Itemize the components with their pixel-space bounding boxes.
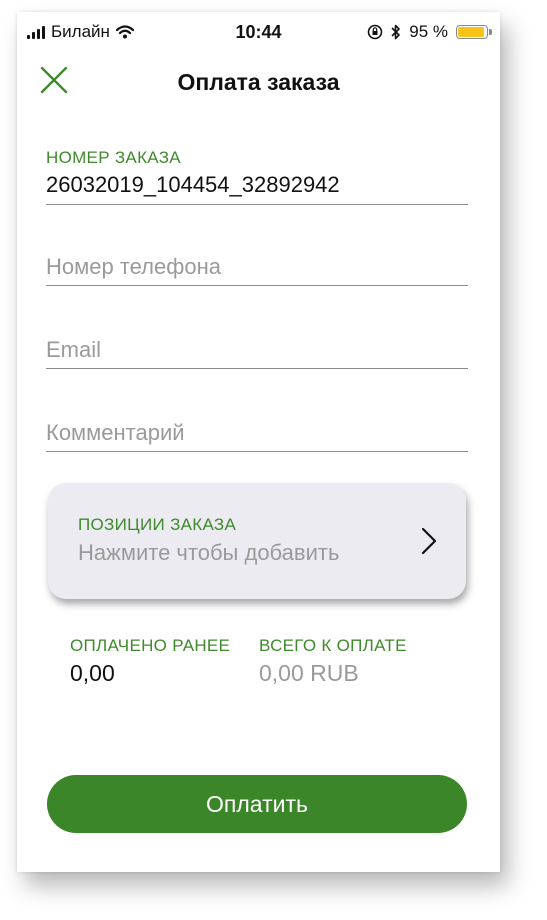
order-positions-hint: Нажмите чтобы добавить bbox=[78, 540, 340, 565]
paid-earlier-label: ОПЛАЧЕНО РАНЕЕ bbox=[70, 636, 231, 655]
status-right: 95 % bbox=[367, 22, 492, 42]
pay-button[interactable]: Оплатить bbox=[47, 775, 467, 833]
orientation-lock-icon bbox=[367, 24, 383, 40]
page-title: Оплата заказа bbox=[177, 69, 340, 95]
order-positions-card[interactable]: ПОЗИЦИИ ЗАКАЗА Нажмите чтобы добавить bbox=[48, 483, 466, 599]
total-to-pay-label: ВСЕГО К ОПЛАТЕ bbox=[259, 636, 407, 655]
comment-field[interactable]: Комментарий bbox=[46, 420, 468, 452]
battery-icon bbox=[456, 25, 492, 39]
navigation-bar: Оплата заказа bbox=[17, 57, 500, 103]
app-screen: Билайн 10:44 95 % Оплата заказа НОМЕР ЗА… bbox=[17, 12, 500, 872]
order-number-label: НОМЕР ЗАКАЗА bbox=[46, 148, 181, 167]
total-to-pay-value: 0,00 RUB bbox=[259, 660, 359, 686]
status-bar: Билайн 10:44 95 % bbox=[17, 12, 500, 52]
pay-button-label: Оплатить bbox=[206, 790, 308, 817]
phone-field[interactable]: Номер телефона bbox=[46, 254, 468, 286]
battery-level bbox=[458, 27, 484, 37]
phone-placeholder: Номер телефона bbox=[46, 254, 221, 279]
battery-percent: 95 % bbox=[409, 22, 448, 41]
order-number-field[interactable]: 26032019_104454_32892942 bbox=[46, 172, 468, 205]
paid-earlier-value: 0,00 bbox=[70, 660, 115, 686]
email-field[interactable]: Email bbox=[46, 337, 468, 369]
email-placeholder: Email bbox=[46, 337, 102, 362]
order-number-value: 26032019_104454_32892942 bbox=[46, 172, 340, 197]
chevron-right-icon bbox=[421, 527, 437, 555]
bluetooth-icon bbox=[391, 24, 401, 40]
comment-placeholder: Комментарий bbox=[46, 420, 185, 445]
order-positions-title: ПОЗИЦИИ ЗАКАЗА bbox=[78, 515, 237, 534]
